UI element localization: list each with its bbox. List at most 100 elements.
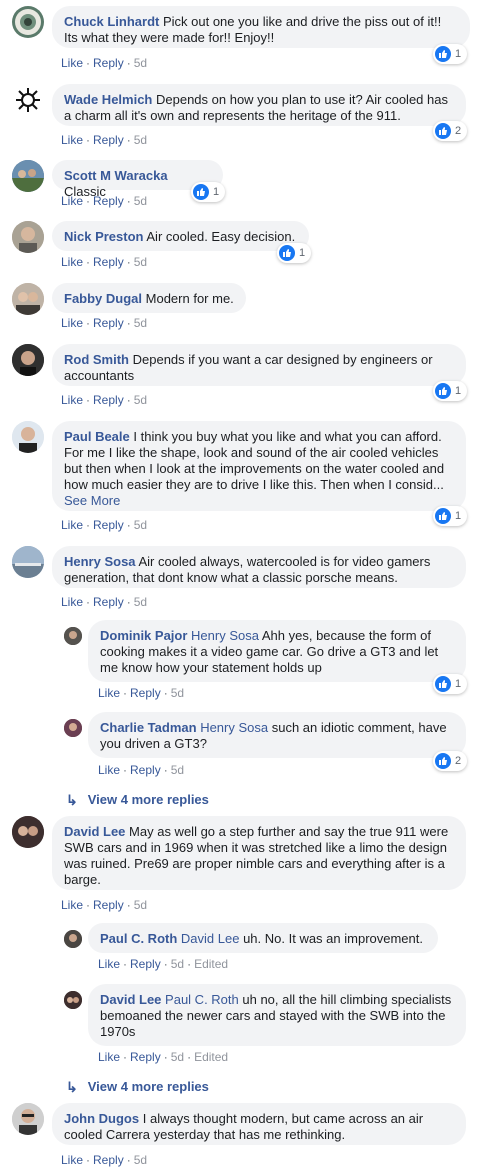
like-button[interactable]: Like bbox=[61, 255, 83, 269]
reply-button[interactable]: Reply bbox=[93, 898, 124, 912]
comment-author[interactable]: Scott M Waracka bbox=[64, 168, 168, 183]
avatar[interactable] bbox=[64, 930, 82, 948]
avatar[interactable] bbox=[64, 719, 82, 737]
reply-button[interactable]: Reply bbox=[130, 957, 161, 971]
avatar[interactable] bbox=[12, 283, 44, 315]
comment-bubble: Chuck Linhardt Pick out one you like and… bbox=[52, 6, 470, 48]
timestamp[interactable]: 5d bbox=[134, 1153, 147, 1167]
reply-button[interactable]: Reply bbox=[93, 518, 124, 532]
reply-bubble: Dominik Pajor Henry Sosa Ahh yes, becaus… bbox=[88, 620, 466, 682]
like-button[interactable]: Like bbox=[98, 1050, 120, 1064]
view-more-replies-link[interactable]: ↳ View 4 more replies bbox=[66, 1079, 209, 1095]
reply-button[interactable]: Reply bbox=[130, 763, 161, 777]
reaction-count[interactable]: 1 bbox=[433, 44, 468, 64]
timestamp[interactable]: 5d bbox=[134, 316, 147, 330]
comment-author[interactable]: David Lee bbox=[64, 824, 125, 839]
timestamp[interactable]: 5d bbox=[134, 898, 147, 912]
reply-author[interactable]: Charlie Tadman bbox=[100, 720, 197, 735]
timestamp[interactable]: 5d bbox=[171, 1050, 184, 1064]
mention-tag[interactable]: Paul C. Roth bbox=[165, 992, 239, 1007]
like-button[interactable]: Like bbox=[61, 56, 83, 70]
avatar[interactable] bbox=[64, 991, 82, 1009]
like-button[interactable]: Like bbox=[98, 686, 120, 700]
reply-button[interactable]: Reply bbox=[93, 393, 124, 407]
reaction-count[interactable]: 1 bbox=[433, 506, 468, 526]
edited-label[interactable]: Edited bbox=[194, 1050, 228, 1064]
reply-author[interactable]: Dominik Pajor bbox=[100, 628, 187, 643]
like-button[interactable]: Like bbox=[61, 518, 83, 532]
comment-author[interactable]: Rod Smith bbox=[64, 352, 129, 367]
comment-bubble: Henry Sosa Air cooled always, watercoole… bbox=[52, 546, 466, 588]
avatar[interactable] bbox=[12, 221, 44, 253]
reply-actions: Like · Reply · 5d bbox=[98, 763, 185, 777]
mention-tag[interactable]: David Lee bbox=[181, 931, 240, 946]
timestamp[interactable]: 5d bbox=[134, 194, 147, 208]
like-button[interactable]: Like bbox=[61, 595, 83, 609]
reply-button[interactable]: Reply bbox=[130, 1050, 161, 1064]
mention-tag[interactable]: Henry Sosa bbox=[200, 720, 268, 735]
see-more-link[interactable]: See More bbox=[64, 493, 120, 508]
avatar[interactable] bbox=[12, 344, 44, 376]
timestamp[interactable]: 5d bbox=[134, 56, 147, 70]
timestamp[interactable]: 5d bbox=[171, 763, 184, 777]
reaction-count[interactable]: 1 bbox=[277, 243, 312, 263]
thumbs-up-icon bbox=[279, 245, 295, 261]
avatar[interactable] bbox=[12, 546, 44, 578]
comment-author[interactable]: Nick Preston bbox=[64, 229, 143, 244]
reply-button[interactable]: Reply bbox=[93, 194, 124, 208]
reply-button[interactable]: Reply bbox=[93, 56, 124, 70]
like-button[interactable]: Like bbox=[98, 957, 120, 971]
comment-actions: Like · Reply · 5d bbox=[61, 133, 148, 147]
like-button[interactable]: Like bbox=[61, 898, 83, 912]
reply-button[interactable]: Reply bbox=[130, 686, 161, 700]
reaction-count[interactable]: 2 bbox=[433, 121, 468, 141]
timestamp[interactable]: 5d bbox=[134, 133, 147, 147]
reply-button[interactable]: Reply bbox=[93, 133, 124, 147]
like-button[interactable]: Like bbox=[61, 316, 83, 330]
like-button[interactable]: Like bbox=[61, 393, 83, 407]
mention-tag[interactable]: Henry Sosa bbox=[191, 628, 259, 643]
avatar[interactable] bbox=[12, 6, 44, 38]
thumbs-up-icon bbox=[435, 753, 451, 769]
timestamp[interactable]: 5d bbox=[134, 393, 147, 407]
comment-author[interactable]: Wade Helmich bbox=[64, 92, 152, 107]
reply-button[interactable]: Reply bbox=[93, 1153, 124, 1167]
timestamp[interactable]: 5d bbox=[134, 255, 147, 269]
like-button[interactable]: Like bbox=[61, 1153, 83, 1167]
thumbs-up-icon bbox=[193, 184, 209, 200]
reaction-count[interactable]: 1 bbox=[191, 182, 226, 202]
timestamp[interactable]: 5d bbox=[134, 595, 147, 609]
comment-actions: Like · Reply · 5d bbox=[61, 518, 148, 532]
reaction-count[interactable]: 1 bbox=[433, 381, 468, 401]
avatar[interactable] bbox=[64, 627, 82, 645]
comment-author[interactable]: Paul Beale bbox=[64, 429, 130, 444]
reply-author[interactable]: Paul C. Roth bbox=[100, 931, 177, 946]
comment-author[interactable]: Henry Sosa bbox=[64, 554, 136, 569]
reaction-count[interactable]: 1 bbox=[433, 674, 468, 694]
comment-author[interactable]: John Dugos bbox=[64, 1111, 139, 1126]
avatar[interactable] bbox=[12, 160, 44, 192]
comment-bubble: Wade Helmich Depends on how you plan to … bbox=[52, 84, 466, 126]
comment-bubble: Paul Beale I think you buy what you like… bbox=[52, 421, 466, 511]
avatar[interactable] bbox=[12, 1103, 44, 1135]
timestamp[interactable]: 5d bbox=[171, 957, 184, 971]
avatar[interactable] bbox=[12, 421, 44, 453]
like-button[interactable]: Like bbox=[61, 133, 83, 147]
reply-arrow-icon: ↳ bbox=[66, 1079, 78, 1095]
timestamp[interactable]: 5d bbox=[134, 518, 147, 532]
edited-label[interactable]: Edited bbox=[194, 957, 228, 971]
comment-thread: Chuck Linhardt Pick out one you like and… bbox=[0, 0, 483, 1176]
avatar[interactable] bbox=[12, 84, 44, 116]
reply-button[interactable]: Reply bbox=[93, 255, 124, 269]
reply-button[interactable]: Reply bbox=[93, 595, 124, 609]
view-more-replies-link[interactable]: ↳ View 4 more replies bbox=[66, 792, 209, 808]
timestamp[interactable]: 5d bbox=[171, 686, 184, 700]
like-button[interactable]: Like bbox=[61, 194, 83, 208]
reply-button[interactable]: Reply bbox=[93, 316, 124, 330]
like-button[interactable]: Like bbox=[98, 763, 120, 777]
reply-author[interactable]: David Lee bbox=[100, 992, 161, 1007]
reaction-count[interactable]: 2 bbox=[433, 751, 468, 771]
comment-author[interactable]: Chuck Linhardt bbox=[64, 14, 159, 29]
comment-author[interactable]: Fabby Dugal bbox=[64, 291, 142, 306]
avatar[interactable] bbox=[12, 816, 44, 848]
